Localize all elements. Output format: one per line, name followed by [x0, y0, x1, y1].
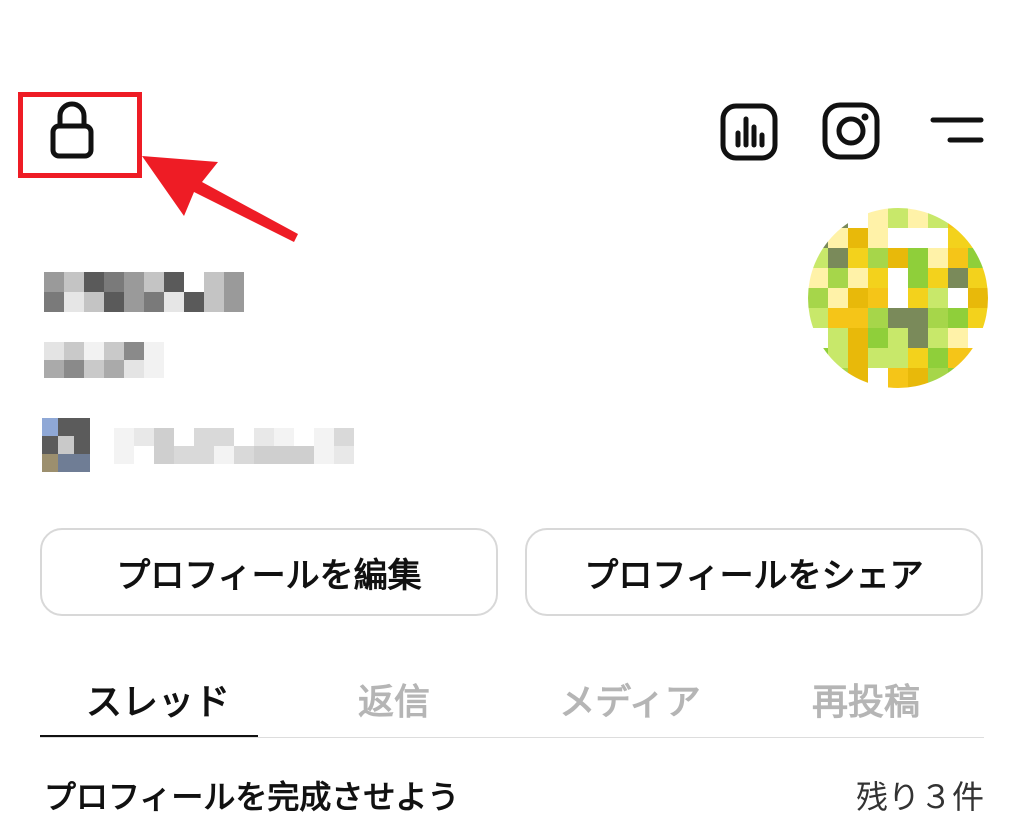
tab-reposts-label: 再投稿 [811, 682, 920, 723]
share-profile-button[interactable]: プロフィールをシェア [525, 528, 983, 616]
share-profile-label: プロフィールをシェア [584, 555, 924, 596]
tab-media-label: メディア [559, 682, 701, 723]
link-avatar-redacted [42, 418, 90, 472]
tab-threads-label: スレッド [85, 682, 230, 723]
edit-profile-label: プロフィールを編集 [116, 555, 422, 596]
profile-name-redacted [44, 272, 244, 312]
tab-threads[interactable]: スレッド [40, 660, 276, 738]
tab-replies-label: 返信 [357, 682, 430, 723]
avatar[interactable] [808, 208, 988, 388]
profile-tabs: スレッド 返信 メディア 再投稿 [40, 660, 984, 738]
profile-handle-redacted [44, 342, 164, 378]
tab-replies[interactable]: 返信 [276, 660, 512, 738]
complete-profile-remaining: 残り３件 [855, 778, 984, 816]
edit-profile-button[interactable]: プロフィールを編集 [40, 528, 498, 616]
instagram-icon[interactable] [822, 102, 880, 160]
tab-reposts[interactable]: 再投稿 [748, 660, 984, 738]
profile-link-redacted[interactable] [114, 428, 354, 464]
complete-profile-row: プロフィールを完成させよう 残り３件 [44, 772, 984, 816]
menu-icon[interactable] [928, 110, 986, 150]
insights-icon[interactable] [720, 103, 778, 161]
tab-media[interactable]: メディア [512, 660, 748, 738]
complete-profile-title: プロフィールを完成させよう [44, 778, 460, 816]
tab-divider [40, 737, 984, 738]
annotation-highlight-box [18, 92, 142, 178]
annotation-arrow [140, 150, 310, 250]
